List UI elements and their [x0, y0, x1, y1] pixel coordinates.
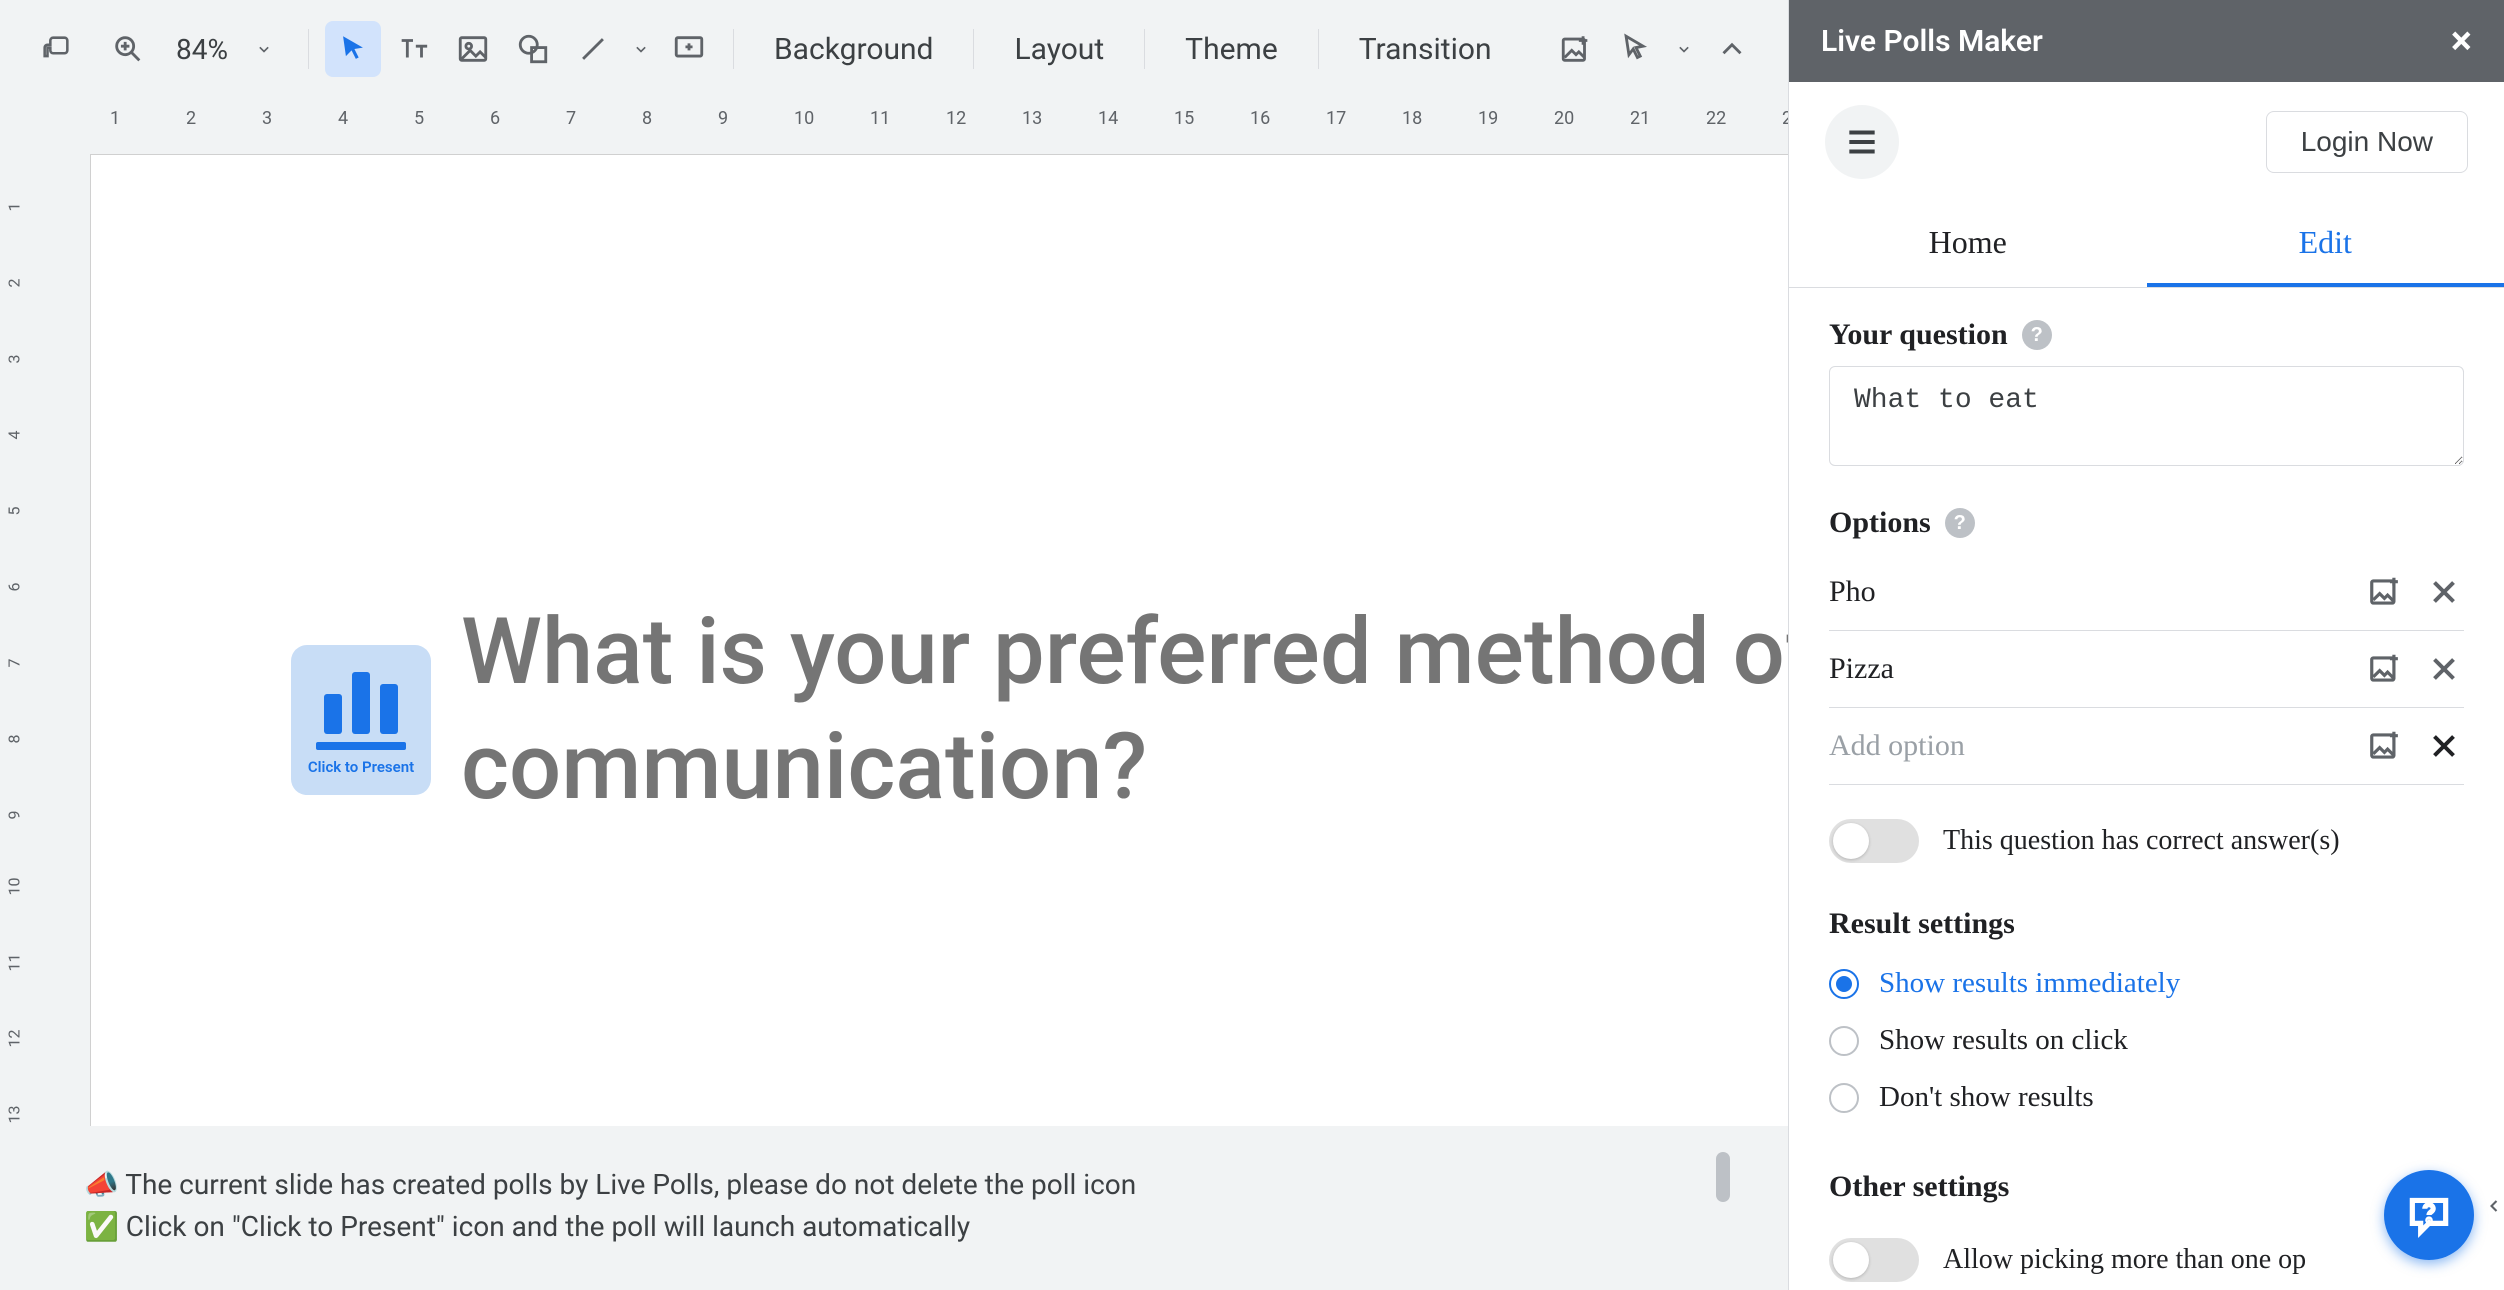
main-toolbar: 84% Background Layout	[8, 8, 1780, 90]
other-settings-label: Other settings	[1829, 1170, 2464, 1204]
add-option-input[interactable]	[1829, 729, 2348, 763]
background-button[interactable]: Background	[750, 20, 957, 79]
separator	[1318, 29, 1319, 69]
textbox-button[interactable]	[385, 21, 441, 77]
line-button[interactable]	[565, 21, 621, 77]
add-image-icon[interactable]	[2366, 649, 2406, 689]
tab-home[interactable]: Home	[1789, 202, 2147, 287]
option-row	[1829, 554, 2464, 631]
zoom-value[interactable]: 84%	[164, 33, 240, 66]
slide-title-text[interactable]: What is your preferred method of communi…	[461, 595, 1788, 825]
radio-icon	[1829, 1026, 1859, 1056]
notice-bar: 📣 The current slide has created polls by…	[48, 1138, 1740, 1274]
option-input-2[interactable]	[1829, 652, 2348, 686]
separator	[733, 29, 734, 69]
theme-button[interactable]: Theme	[1161, 20, 1302, 79]
panel-tabs: Home Edit	[1789, 202, 2504, 288]
option-row-add	[1829, 708, 2464, 785]
allow-multiple-label: Allow picking more than one op	[1943, 1244, 2306, 1276]
correct-answer-label: This question has correct answer(s)	[1943, 825, 2340, 857]
clear-option-icon[interactable]	[2424, 726, 2464, 766]
horizontal-ruler: 1234567891011121314151617181920212223242…	[50, 98, 1788, 144]
option-row	[1829, 631, 2464, 708]
close-panel-button[interactable]: ×	[2451, 21, 2472, 61]
insert-image-button[interactable]	[1548, 21, 1604, 77]
question-input[interactable]	[1829, 366, 2464, 466]
line-dropdown-icon[interactable]	[625, 39, 657, 59]
notice-line-1: 📣 The current slide has created polls by…	[84, 1164, 1704, 1206]
poll-icon-label: Click to Present	[308, 758, 414, 776]
options-section-label: Options ?	[1829, 506, 2464, 540]
radio-show-on-click[interactable]: Show results on click	[1829, 1012, 2464, 1069]
poll-present-icon[interactable]: Click to Present	[291, 645, 431, 795]
image-button[interactable]	[445, 21, 501, 77]
vertical-ruler: 1234567891011121314	[0, 98, 50, 1126]
cursor-share-button[interactable]	[1608, 21, 1664, 77]
zoom-button[interactable]	[100, 21, 156, 77]
bar-chart-icon	[324, 664, 398, 734]
cursor-dropdown-icon[interactable]	[1668, 39, 1700, 59]
separator	[973, 29, 974, 69]
separator	[308, 29, 309, 69]
radio-icon	[1829, 1083, 1859, 1113]
comment-button[interactable]	[661, 21, 717, 77]
panel-header: Live Polls Maker ×	[1789, 0, 2504, 82]
select-tool-button[interactable]	[325, 21, 381, 77]
radio-icon	[1829, 969, 1859, 999]
remove-option-icon[interactable]	[2424, 649, 2464, 689]
option-input-1[interactable]	[1829, 575, 2348, 609]
paint-format-button[interactable]	[28, 21, 84, 77]
transition-button[interactable]: Transition	[1335, 20, 1516, 79]
help-icon[interactable]: ?	[2022, 320, 2052, 350]
panel-title: Live Polls Maker	[1821, 24, 2043, 59]
zoom-dropdown-icon[interactable]	[248, 39, 280, 59]
notice-scrollbar[interactable]	[1716, 1152, 1730, 1202]
add-image-icon[interactable]	[2366, 726, 2406, 766]
add-image-icon[interactable]	[2366, 572, 2406, 612]
live-polls-panel: Live Polls Maker × Login Now Home Edit Y…	[1788, 0, 2504, 1290]
tab-edit[interactable]: Edit	[2147, 202, 2504, 287]
login-button[interactable]: Login Now	[2266, 111, 2468, 173]
question-section-label: Your question ?	[1829, 318, 2464, 352]
help-fab-button[interactable]	[2384, 1170, 2474, 1260]
allow-multiple-toggle[interactable]	[1829, 1238, 1919, 1282]
radio-dont-show[interactable]: Don't show results	[1829, 1069, 2464, 1126]
result-settings-label: Result settings	[1829, 907, 2464, 941]
menu-button[interactable]	[1825, 105, 1899, 179]
correct-answer-toggle[interactable]	[1829, 819, 1919, 863]
help-icon[interactable]: ?	[1945, 508, 1975, 538]
collapse-toolbar-button[interactable]	[1704, 21, 1760, 77]
slide-canvas[interactable]: Click to Present What is your preferred …	[90, 154, 1788, 1126]
separator	[1144, 29, 1145, 69]
notice-line-2: ✅ Click on "Click to Present" icon and t…	[84, 1206, 1704, 1248]
collapse-panel-icon[interactable]	[2482, 1176, 2504, 1236]
remove-option-icon[interactable]	[2424, 572, 2464, 612]
shape-button[interactable]	[505, 21, 561, 77]
layout-button[interactable]: Layout	[990, 20, 1128, 79]
radio-show-immediately[interactable]: Show results immediately	[1829, 955, 2464, 1012]
